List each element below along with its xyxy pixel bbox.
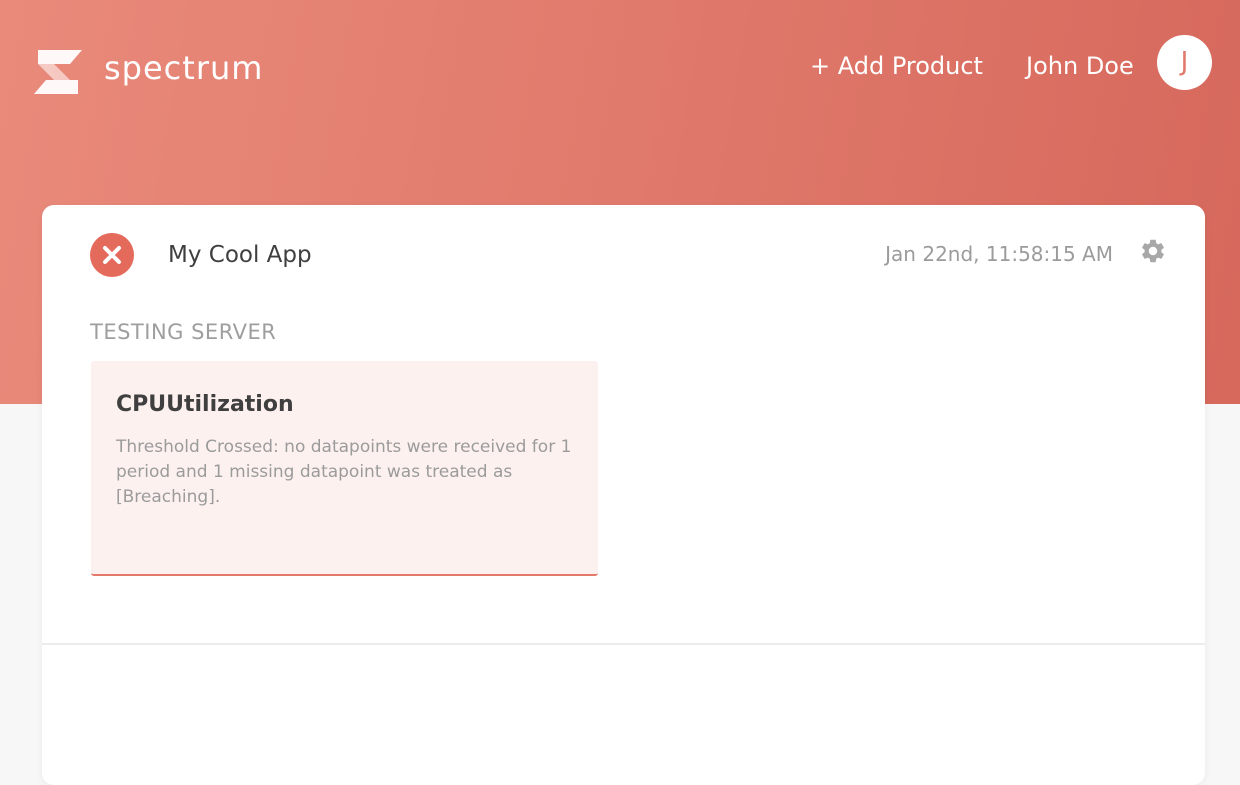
alert-description: Threshold Crossed: no datapoints were re… xyxy=(116,437,572,507)
app-card: My Cool App Jan 22nd, 11:58:15 AM TESTIN… xyxy=(42,205,1205,785)
top-navigation-bar: spectrum + Add Product John Doe J xyxy=(0,0,1240,130)
server-section-label: TESTING SERVER xyxy=(90,320,277,344)
spectrum-logo-icon[interactable] xyxy=(32,46,84,98)
add-product-button[interactable]: + Add Product xyxy=(810,49,983,83)
card-divider xyxy=(42,643,1205,645)
alert-title: CPUUtilization xyxy=(116,392,294,417)
last-updated-timestamp: Jan 22nd, 11:58:15 AM xyxy=(885,242,1113,266)
error-x-icon xyxy=(90,233,134,277)
alert-card[interactable]: CPUUtilization Threshold Crossed: no dat… xyxy=(91,361,598,576)
user-name-link[interactable]: John Doe xyxy=(1026,49,1134,83)
gear-icon[interactable] xyxy=(1139,237,1167,265)
close-x-glyph xyxy=(103,246,121,264)
app-name[interactable]: My Cool App xyxy=(168,238,312,272)
brand-name[interactable]: spectrum xyxy=(104,46,263,90)
avatar[interactable]: J xyxy=(1157,35,1212,90)
